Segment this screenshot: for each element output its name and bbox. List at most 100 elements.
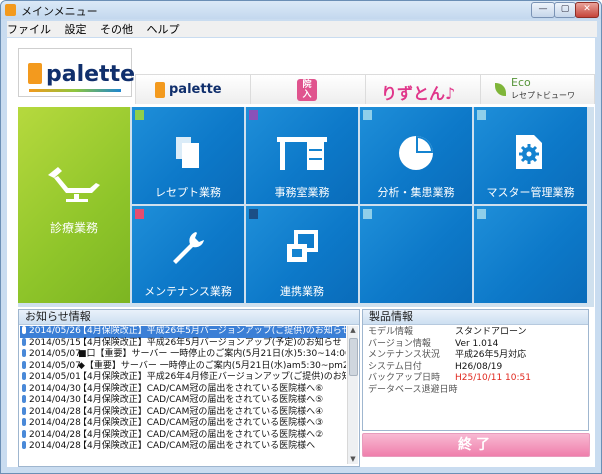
tile-accent <box>477 209 486 219</box>
tab-palette[interactable]: palette <box>135 74 251 104</box>
news-item[interactable]: 2014/04/28【4月保険改正】CAD/CAM冠の届出をされている医院様へ③ <box>20 418 346 430</box>
exit-button[interactable]: 終了 <box>362 433 590 457</box>
news-item[interactable]: 2014/05/15【4月保険改正】平成26年5月バージョンアップ(予定)のお知… <box>20 337 346 350</box>
news-item[interactable]: 2014/05/07■口【重要】サーバー 一時停止のご案内(5月21日(水)5:… <box>20 349 346 361</box>
main-menu-window: メインメニュー — ▢ ✕ ファイル 設定 その他 ヘルプ palette pa… <box>0 0 602 474</box>
document-gear-icon <box>516 135 542 169</box>
tile-accent <box>135 110 144 120</box>
news-date: 2014/04/30 <box>29 395 81 405</box>
news-item[interactable]: 2014/05/01【4月保険改正】平成26年4月修正バージョンアップ(ご提供)… <box>20 372 346 384</box>
close-button[interactable]: ✕ <box>575 2 599 18</box>
news-item[interactable]: 2014/04/28【4月保険改正】CAD/CAM冠の届出をされている医院様へ <box>20 441 346 453</box>
tab-palette-label: palette <box>169 82 222 97</box>
product-info-label: データベース退避日時 <box>368 384 458 395</box>
tile-accent <box>249 209 258 219</box>
news-date: 2014/05/26 <box>29 326 81 336</box>
news-scrollbar[interactable]: ▲ ▼ <box>347 326 358 464</box>
document-stack-icon <box>176 137 199 168</box>
tab-rizuton[interactable]: りずとん♪ <box>365 74 481 104</box>
tile-renkei-label: 連携業務 <box>280 285 324 298</box>
product-info-row: バージョン情報 Ver 1.014 <box>363 339 588 351</box>
product-info-panel: 製品情報 モデル情報 スタンドアローン バージョン情報 Ver 1.014 メンテナンス… <box>362 309 589 431</box>
tile-maint-label: メンテナンス業務 <box>144 285 232 298</box>
microphone-icon <box>22 372 26 380</box>
news-text: 【4月保険改正】CAD/CAM冠の届出をされている医院様へ⑤ <box>78 395 324 405</box>
news-text: 【4月保険改正】CAD/CAM冠の届出をされている医院様へ⑥ <box>78 383 324 394</box>
news-text: 【4月保険改正】平成26年5月バージョンアップ(予定)のお知らせ <box>78 337 342 348</box>
product-info-row: システム日付 H26/08/19 <box>363 362 588 374</box>
tile-empty <box>474 206 587 303</box>
news-text: 【4月保険改正】平成26年4月修正バージョンアップ(ご提供)のお知らせ <box>78 372 346 382</box>
news-date: 2014/04/28 <box>29 406 81 417</box>
tile-accent <box>363 110 372 120</box>
tile-master[interactable]: マスター管理業務 <box>474 107 587 204</box>
microphone-icon <box>22 406 26 415</box>
menu-bar: ファイル 設定 その他 ヘルプ <box>7 21 597 37</box>
tile-maint[interactable]: メンテナンス業務 <box>132 206 244 303</box>
news-date: 2014/05/07 <box>29 349 81 359</box>
tile-jimu[interactable]: 事務室業務 <box>246 107 358 204</box>
microphone-icon <box>22 383 26 392</box>
tab-eco-receipt-viewer[interactable]: Eco レセプトビューワ <box>480 74 595 104</box>
title-bar[interactable]: メインメニュー — ▢ ✕ <box>1 1 601 19</box>
scroll-down-icon[interactable]: ▼ <box>349 455 357 464</box>
tile-master-label: マスター管理業務 <box>486 186 575 199</box>
news-date: 2014/04/28 <box>29 418 81 428</box>
product-info-label: システム日付 <box>368 361 422 372</box>
microphone-icon <box>22 418 26 426</box>
microphone-icon <box>22 326 26 334</box>
main-logo-text: palette <box>46 62 136 87</box>
tile-receipt-label: レセプト業務 <box>155 186 221 199</box>
news-item[interactable]: 2014/04/28【4月保険改正】CAD/CAM冠の届出をされている医院様へ② <box>20 429 346 442</box>
news-date: 2014/04/28 <box>29 429 81 440</box>
tile-renkei[interactable]: 連携業務 <box>246 206 358 303</box>
menu-other[interactable]: その他 <box>100 23 133 36</box>
news-item[interactable]: 2014/05/26【4月保険改正】平成26年5月バージョンアップ(ご提供)のお… <box>20 326 346 338</box>
link-windows-icon <box>287 230 318 262</box>
menu-settings[interactable]: 設定 <box>65 23 87 36</box>
product-info-row: バックアップ日時 H25/10/11 10:51 <box>363 373 588 385</box>
tab-eco-sublabel: レセプトビューワ <box>511 91 575 100</box>
tab-rizuton-label: りずとん♪ <box>381 84 456 103</box>
news-item[interactable]: 2014/04/30【4月保険改正】CAD/CAM冠の届出をされている医院様へ⑤ <box>20 395 346 407</box>
tile-accent <box>363 209 372 219</box>
tile-receipt[interactable]: レセプト業務 <box>132 107 244 204</box>
leaf-icon <box>495 83 506 96</box>
business-tiles: 診療業務 レセプト業務 事務室業務 分析・集患業務 マスター管理業務 メンテナン… <box>18 107 594 307</box>
pie-chart-icon <box>399 136 433 170</box>
news-item[interactable]: 2014/04/30【4月保険改正】CAD/CAM冠の届出をされている医院様へ⑥ <box>20 383 346 396</box>
tile-shinryo-label: 診療業務 <box>49 221 98 235</box>
tab-nyuin[interactable]: 院 入 <box>250 74 366 104</box>
palette-logo-icon <box>28 63 42 84</box>
microphone-icon <box>22 429 26 438</box>
news-date: 2014/05/15 <box>29 337 81 348</box>
product-info-value: H25/10/11 10:51 <box>455 373 531 383</box>
product-info-value: スタンドアローン <box>455 327 527 337</box>
microphone-icon <box>22 337 26 346</box>
product-info-label: バックアップ日時 <box>368 373 441 383</box>
tile-bunseki[interactable]: 分析・集患業務 <box>360 107 472 204</box>
logo-underline <box>29 89 121 92</box>
news-item[interactable]: 2014/05/07◆【重要】サーバー 一時停止のご案内(5月21日(水)am5… <box>20 360 346 373</box>
product-info-rows: モデル情報 スタンドアローン バージョン情報 Ver 1.014 メンテナンス状況 平成2… <box>363 327 588 396</box>
microphone-icon <box>22 441 26 449</box>
tile-empty <box>360 206 472 303</box>
window-title: メインメニュー <box>21 5 98 18</box>
tab-eco-label: Eco <box>511 76 531 89</box>
menu-file[interactable]: ファイル <box>7 23 51 36</box>
product-info-row: データベース退避日時 <box>363 385 588 397</box>
scroll-up-icon[interactable]: ▲ <box>349 326 357 335</box>
maximize-button[interactable]: ▢ <box>554 2 576 18</box>
news-list[interactable]: 2014/05/26【4月保険改正】平成26年5月バージョンアップ(ご提供)のお… <box>20 326 346 464</box>
palette-main-logo: palette <box>18 48 136 97</box>
minimize-button[interactable]: — <box>531 2 555 18</box>
office-desk-icon <box>277 137 327 170</box>
product-info-title: 製品情報 <box>363 310 588 325</box>
tile-bunseki-label: 分析・集患業務 <box>377 186 455 199</box>
news-item[interactable]: 2014/04/28【4月保険改正】CAD/CAM冠の届出をされている医院様へ④ <box>20 406 346 419</box>
tile-shinryo[interactable]: 診療業務 <box>18 107 130 303</box>
news-date: 2014/04/30 <box>29 383 81 394</box>
scroll-thumb[interactable] <box>349 338 358 376</box>
menu-help[interactable]: ヘルプ <box>147 23 180 36</box>
news-date: 2014/04/28 <box>29 441 81 451</box>
